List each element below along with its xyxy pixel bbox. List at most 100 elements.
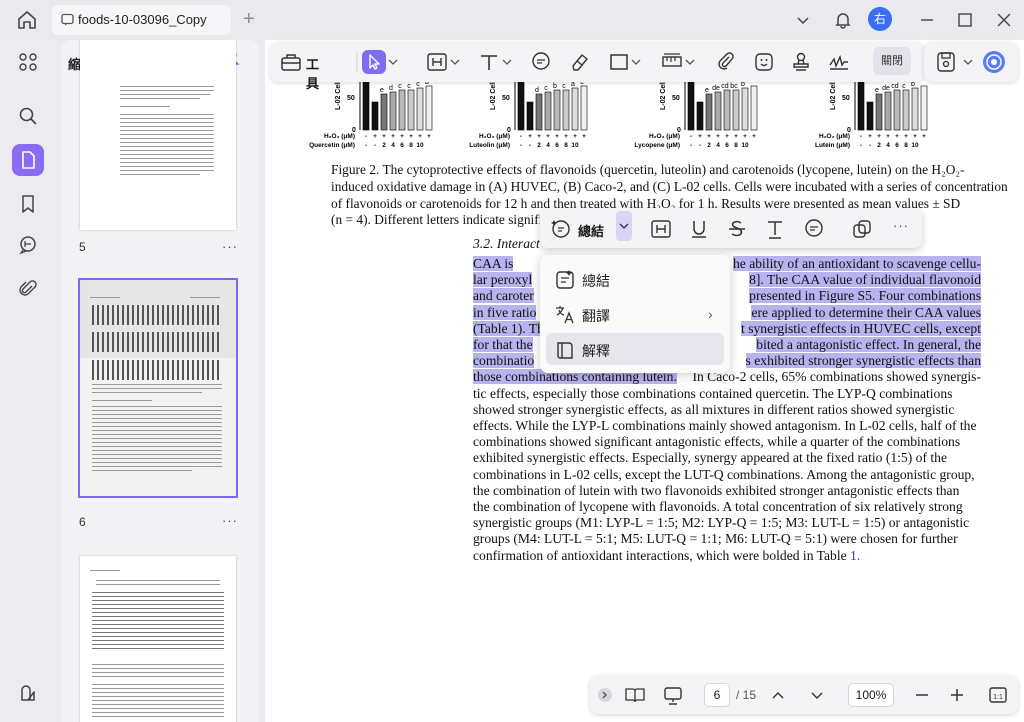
treatment-sign: + (698, 133, 702, 140)
thumbnail-page-5[interactable] (80, 40, 236, 230)
bar (416, 87, 424, 131)
significance-letter: b (741, 81, 745, 88)
measure-ruler-icon[interactable] (660, 50, 684, 74)
menu-item-label: 解釋 (582, 343, 610, 359)
sticker-icon[interactable] (752, 50, 776, 74)
previous-page-icon[interactable] (770, 684, 786, 706)
chevron-down-icon[interactable] (794, 8, 812, 32)
thumbnail-page-6[interactable] (78, 278, 238, 498)
main-toolbar: 工具 關閉 (270, 42, 924, 91)
bar (705, 93, 713, 131)
avatar[interactable]: 右 (868, 7, 892, 31)
thumbnail-page-7[interactable] (80, 556, 236, 722)
highlighted-text: 8]. The CAA value of individual flavonoi… (749, 272, 981, 288)
treatment-sign: + (427, 133, 431, 140)
significance-letter: d (389, 85, 393, 92)
chevron-down-icon[interactable] (962, 50, 974, 74)
paragraph-text: In Caco-2 cells, 65% combinations showed… (692, 369, 981, 385)
new-tab-button[interactable]: + (243, 8, 255, 30)
y-tick-label: 50 (347, 95, 355, 102)
tab-title: foods-10-03096_Copy (78, 12, 207, 27)
rail-thumbnails-button[interactable] (12, 144, 44, 176)
significance-letter: cd (891, 83, 899, 90)
table-reference-link[interactable]: 1. (850, 548, 860, 563)
paperclip-icon (19, 280, 37, 296)
ai-menu-dropdown-button[interactable] (616, 211, 632, 241)
close-tools-button[interactable]: 關閉 (873, 47, 911, 75)
chevron-down-icon[interactable] (501, 50, 513, 74)
strikethrough-icon[interactable] (726, 218, 748, 240)
attachment-icon[interactable] (714, 50, 738, 74)
dose-label: 10 (571, 142, 579, 149)
minimize-icon[interactable] (918, 8, 936, 32)
add-comment-icon[interactable] (803, 218, 825, 240)
figure-caption-line: (n = 4). Different letters indicate sign… (331, 212, 555, 227)
zoom-out-icon[interactable] (914, 684, 930, 706)
y-tick-label: 50 (842, 95, 850, 102)
text-tool-icon[interactable] (477, 50, 501, 74)
more-options-button[interactable]: ··· (893, 218, 909, 233)
document-tab[interactable]: foods-10-03096_Copy (52, 5, 231, 35)
paragraph-line-start: lar peroxyl (473, 272, 533, 288)
menu-item-translate[interactable]: 翻譯 › (546, 298, 724, 330)
save-icon[interactable] (934, 50, 958, 74)
menu-item-explain[interactable]: 解釋 (546, 333, 724, 365)
dose-label: - (860, 142, 862, 149)
thumbnail-more-button[interactable]: ··· (222, 239, 238, 254)
notification-bell-icon[interactable] (833, 8, 853, 32)
compound-label: Lutein (μM) (815, 142, 850, 149)
rail-apps-button[interactable] (12, 46, 44, 78)
paragraph-line-end: he ability of an antioxidant to scavenge… (733, 256, 981, 272)
significance-letter: c (902, 83, 906, 90)
menu-item-summarize[interactable]: 總結 (546, 263, 724, 295)
treatment-sign: + (922, 133, 926, 140)
reading-mode-icon[interactable] (624, 684, 646, 706)
rectangle-shape-icon[interactable] (607, 50, 631, 74)
select-pointer-icon[interactable] (362, 50, 386, 74)
actual-size-icon[interactable]: 1:1 (988, 684, 1008, 706)
chevron-down-icon[interactable] (449, 50, 461, 74)
paragraph-line: combinations in L-02 cells, except the L… (473, 466, 975, 482)
rail-brand-button[interactable] (12, 678, 44, 710)
signature-icon[interactable] (827, 50, 851, 74)
zoom-in-icon[interactable] (949, 684, 965, 706)
tools-button-label: 工具 (306, 57, 320, 91)
zoom-level[interactable]: 100% (848, 683, 894, 707)
close-window-icon[interactable] (995, 8, 1013, 32)
ai-assistant-icon[interactable] (982, 50, 1006, 74)
highlight-text-icon[interactable] (650, 218, 672, 240)
collapse-arrow-icon[interactable] (596, 684, 614, 706)
eraser-icon[interactable] (568, 50, 592, 74)
copy-icon[interactable] (851, 218, 873, 240)
treatment-sign: + (373, 133, 377, 140)
underline-icon[interactable] (688, 218, 710, 240)
chevron-down-icon[interactable] (387, 50, 399, 74)
comment-note-icon[interactable] (529, 50, 553, 74)
bar (425, 85, 433, 131)
next-page-icon[interactable] (809, 684, 825, 706)
menu-item-label: 總結 (582, 273, 610, 289)
dose-label: - (374, 142, 376, 149)
home-button[interactable] (14, 8, 40, 32)
significance-letter: a (571, 81, 575, 88)
stamp-icon[interactable] (789, 50, 813, 74)
chevron-down-icon[interactable] (630, 50, 642, 74)
paragraph-line-end: presented in Figure S5. Four combination… (749, 288, 981, 304)
text-insert-icon[interactable] (764, 218, 786, 240)
document-viewer[interactable]: L-02 Cell Vi 50 0 e d c c c b H₂O₂ (μM) Quercetin … (265, 40, 1024, 722)
presentation-icon[interactable] (662, 684, 684, 706)
highlight-icon[interactable] (425, 50, 449, 74)
maximize-icon[interactable] (956, 8, 974, 32)
rail-bookmark-button[interactable] (12, 188, 44, 220)
current-page-input[interactable]: 6 (704, 683, 730, 707)
highlighted-text: CAA is (473, 256, 514, 271)
summarize-icon (556, 270, 574, 289)
title-bar: foods-10-03096_Copy + 右 (0, 0, 1024, 40)
bar (911, 87, 919, 131)
rail-search-button[interactable] (12, 100, 44, 132)
thumbnail-more-button[interactable]: ··· (222, 513, 238, 528)
rail-attachments-button[interactable] (12, 273, 44, 305)
rail-comments-button[interactable] (12, 229, 44, 261)
treatment-sign: + (895, 133, 899, 140)
chevron-down-icon[interactable] (684, 50, 696, 74)
